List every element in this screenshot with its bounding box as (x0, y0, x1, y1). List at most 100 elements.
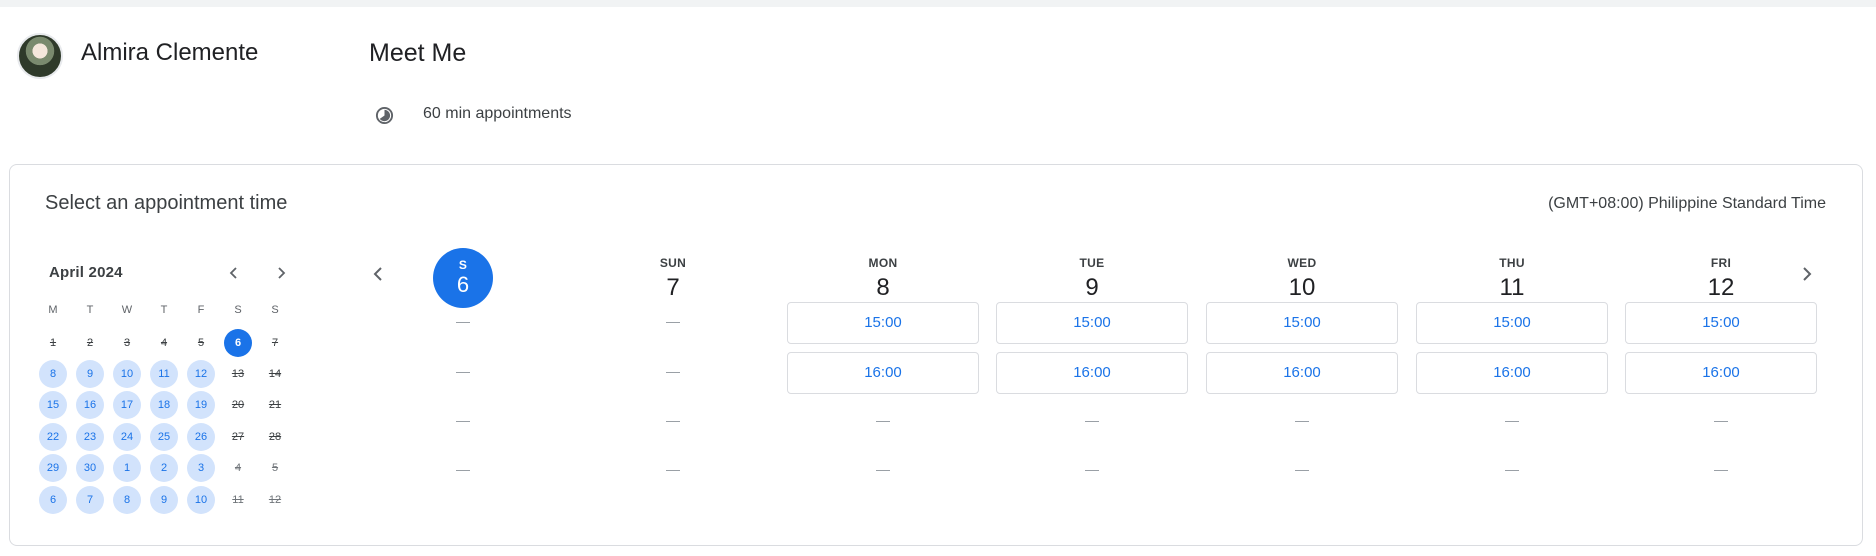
no-slot-dash (1505, 421, 1519, 422)
mini-calendar-day[interactable]: 23 (76, 423, 104, 451)
mini-calendar-day[interactable]: 22 (39, 423, 67, 451)
no-slot-dash (666, 421, 680, 422)
mini-calendar-day[interactable]: 3 (187, 454, 215, 482)
no-slot-dash (666, 322, 680, 323)
weekday-header: T (86, 304, 94, 316)
mini-calendar-day[interactable]: 1 (113, 454, 141, 482)
mini-calendar-day[interactable]: 6 (224, 329, 252, 357)
chevron-left-icon (373, 267, 382, 281)
mini-calendar-day: 2 (86, 337, 94, 349)
time-slot-button[interactable]: 16:00 (1416, 352, 1608, 394)
mini-calendar-day: 4 (160, 337, 168, 349)
mini-calendar-day[interactable]: 11 (150, 360, 178, 388)
mini-calendar-day: 28 (268, 431, 282, 443)
mini-calendar-day[interactable]: 17 (113, 391, 141, 419)
mini-calendar-day[interactable]: 2 (150, 454, 178, 482)
mini-calendar-day: 20 (231, 399, 245, 411)
day-of-week-label: TUE (1079, 256, 1105, 270)
day-number: 12 (1707, 274, 1735, 301)
day-number: 8 (876, 274, 890, 301)
no-slot-dash (1714, 421, 1728, 422)
mini-calendar-day[interactable]: 12 (187, 360, 215, 388)
weekday-header: W (121, 304, 133, 316)
day-number: 6 (456, 272, 470, 297)
time-slot-button[interactable]: 15:00 (1416, 302, 1608, 344)
day-of-week-label: S (458, 258, 468, 272)
mini-prev-month-button[interactable] (224, 263, 244, 283)
no-slot-dash (456, 470, 470, 471)
avatar (17, 33, 63, 79)
time-slot-button[interactable]: 16:00 (1206, 352, 1398, 394)
day-header-today: S6 (433, 248, 493, 308)
day-header: MON 8 (788, 256, 978, 302)
mini-calendar-day[interactable]: 19 (187, 391, 215, 419)
day-number: 7 (666, 274, 680, 301)
day-of-week-label: THU (1499, 256, 1525, 270)
time-slot-button[interactable]: 16:00 (1625, 352, 1817, 394)
no-slot-dash (456, 421, 470, 422)
weekday-header: F (197, 304, 205, 316)
mini-calendar-day[interactable]: 9 (150, 486, 178, 514)
top-strip (0, 0, 1876, 7)
clock-icon (375, 106, 394, 125)
time-slot-button[interactable]: 15:00 (996, 302, 1188, 344)
day-of-week-label: WED (1287, 256, 1317, 270)
day-number: 10 (1288, 274, 1316, 301)
day-number: 11 (1499, 274, 1525, 301)
mini-calendar-month: April 2024 (49, 264, 123, 281)
mini-calendar-day: 7 (271, 337, 279, 349)
weekday-header: M (48, 304, 58, 316)
mini-calendar-day: 1 (49, 337, 57, 349)
day-header: FRI 12 (1626, 256, 1816, 302)
timezone-label[interactable]: (GMT+08:00) Philippine Standard Time (1548, 195, 1826, 213)
no-slot-dash (456, 372, 470, 373)
time-slot-button[interactable]: 15:00 (787, 302, 979, 344)
chevron-left-icon (229, 267, 237, 279)
time-slot-button[interactable]: 16:00 (787, 352, 979, 394)
mini-calendar-day: 5 (197, 337, 205, 349)
mini-calendar-day: 12 (268, 494, 282, 506)
mini-calendar-day[interactable]: 25 (150, 423, 178, 451)
day-header: THU 11 (1417, 256, 1607, 302)
mini-calendar-day[interactable]: 18 (150, 391, 178, 419)
time-slot-button[interactable]: 15:00 (1206, 302, 1398, 344)
mini-calendar-day[interactable]: 26 (187, 423, 215, 451)
event-title: Meet Me (369, 39, 467, 67)
mini-calendar-day[interactable]: 16 (76, 391, 104, 419)
mini-calendar-day: 4 (234, 462, 242, 474)
prev-week-button[interactable] (367, 262, 391, 286)
duration-text: 60 min appointments (423, 105, 572, 122)
mini-calendar-day[interactable]: 24 (113, 423, 141, 451)
mini-calendar-day[interactable]: 8 (113, 486, 141, 514)
no-slot-dash (1714, 470, 1728, 471)
mini-calendar-day[interactable]: 10 (187, 486, 215, 514)
mini-calendar-day[interactable]: 9 (76, 360, 104, 388)
mini-calendar-day[interactable]: 30 (76, 454, 104, 482)
day-of-week-label: SUN (659, 256, 687, 270)
mini-calendar-day[interactable]: 8 (39, 360, 67, 388)
no-slot-dash (1295, 470, 1309, 471)
mini-calendar-day: 5 (271, 462, 279, 474)
chevron-right-icon (278, 267, 286, 279)
mini-calendar-day: 13 (231, 368, 245, 380)
mini-calendar-day: 11 (232, 494, 244, 506)
mini-calendar-day[interactable]: 7 (76, 486, 104, 514)
mini-calendar-day[interactable]: 6 (39, 486, 67, 514)
day-number: 9 (1085, 274, 1099, 301)
no-slot-dash (876, 421, 890, 422)
day-of-week-label: FRI (1710, 256, 1732, 270)
mini-calendar-day[interactable]: 10 (113, 360, 141, 388)
host-name: Almira Clemente (81, 39, 259, 66)
mini-calendar-day[interactable]: 29 (39, 454, 67, 482)
mini-next-month-button[interactable] (271, 263, 291, 283)
no-slot-dash (456, 322, 470, 323)
day-of-week-label: MON (868, 256, 898, 270)
no-slot-dash (876, 470, 890, 471)
time-slot-button[interactable]: 16:00 (996, 352, 1188, 394)
time-slot-button[interactable]: 15:00 (1625, 302, 1817, 344)
mini-calendar-day: 14 (268, 368, 282, 380)
mini-calendar-day[interactable]: 15 (39, 391, 67, 419)
weekday-header: S (234, 304, 242, 316)
no-slot-dash (1085, 470, 1099, 471)
no-slot-dash (1295, 421, 1309, 422)
